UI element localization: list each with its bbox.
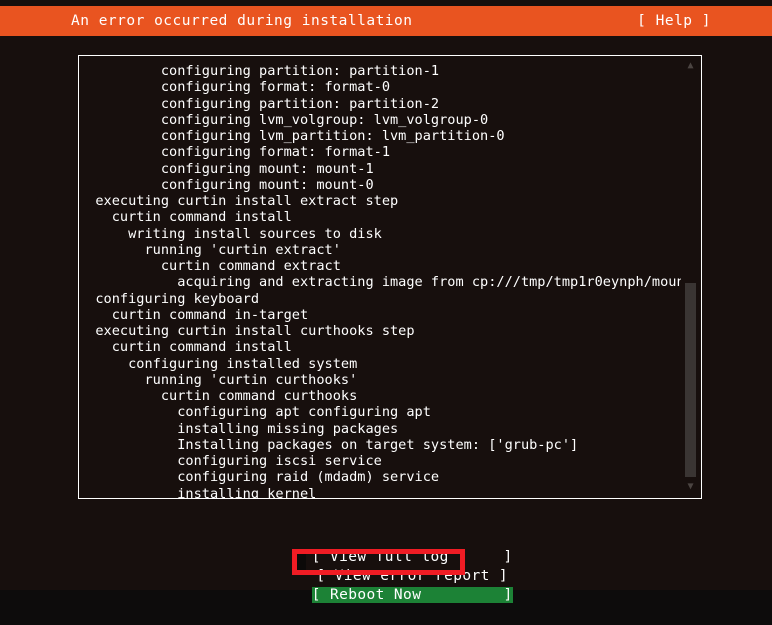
log-scrollbar[interactable]: ▲ ▼ (681, 57, 700, 498)
log-line: curtin command curthooks (79, 388, 358, 404)
reboot-padding (421, 587, 504, 603)
install-log-text: configuring partition: partition-1 confi… (79, 63, 683, 499)
log-line: configuring keyboard (79, 290, 260, 307)
log-line: configuring format: format-1 (79, 144, 390, 161)
log-line: writing install sources to disk (79, 225, 382, 242)
reboot-open-bracket: [ (311, 587, 321, 603)
action-buttons: [ View full log ] [ View error report ] … (0, 527, 772, 603)
scroll-down-arrow-icon[interactable]: ▼ (681, 481, 700, 493)
log-line: running 'curtin curthooks' (79, 371, 358, 388)
log-line: curtin command install (79, 209, 292, 226)
log-line: acquiring and extracting image from cp:/… (79, 274, 683, 291)
scroll-up-arrow-icon[interactable]: ▲ (681, 60, 700, 72)
reboot-now-label: Reboot Now (320, 587, 422, 603)
log-line: configuring mount: mount-1 (79, 160, 374, 177)
log-line: configuring installed system (79, 355, 358, 372)
log-line: curtin command in-target (79, 306, 309, 323)
reboot-now-row: [ Reboot Now ] (0, 565, 772, 603)
log-line: curtin command install (79, 339, 292, 356)
view-error-report-row: [ View error report ] (0, 546, 772, 584)
install-log-panel: configuring partition: partition-1 confi… (78, 55, 702, 499)
log-line: configuring partition: partition-1 (79, 63, 440, 79)
reboot-highlight-gap (297, 551, 306, 572)
log-line: configuring partition: partition-2 (79, 95, 440, 112)
reboot-close-bracket: ] (503, 587, 513, 603)
header-bar: An error occurred during installation [ … (0, 6, 772, 36)
log-line: configuring lvm_volgroup: lvm_volgroup-0 (79, 111, 489, 128)
log-line: installing kernel (79, 485, 317, 499)
log-line: Installing packages on target system: ['… (79, 436, 579, 453)
scrollbar-thumb[interactable] (685, 283, 696, 477)
log-line: curtin command extract (79, 258, 341, 274)
log-line: configuring apt configuring apt (79, 404, 431, 421)
log-line: configuring mount: mount-0 (79, 176, 374, 193)
log-line: configuring lvm_partition: lvm_partition… (79, 128, 505, 144)
log-line: configuring raid (mdadm) service (79, 469, 440, 486)
page-title: An error occurred during installation (71, 13, 413, 29)
help-button[interactable]: [ Help ] (637, 6, 711, 36)
installer-screen: An error occurred during installation [ … (0, 0, 772, 603)
log-line: running 'curtin extract' (79, 241, 341, 258)
log-line: configuring format: format-0 (79, 79, 390, 96)
log-line: installing missing packages (79, 420, 399, 437)
log-line: executing curtin install extract step (79, 193, 399, 209)
log-line: executing curtin install curthooks step (79, 323, 415, 339)
view-full-log-row: [ View full log ] (0, 527, 772, 565)
reboot-now-button[interactable]: [ Reboot Now ] (311, 585, 513, 605)
log-line: configuring iscsi service (79, 453, 382, 469)
